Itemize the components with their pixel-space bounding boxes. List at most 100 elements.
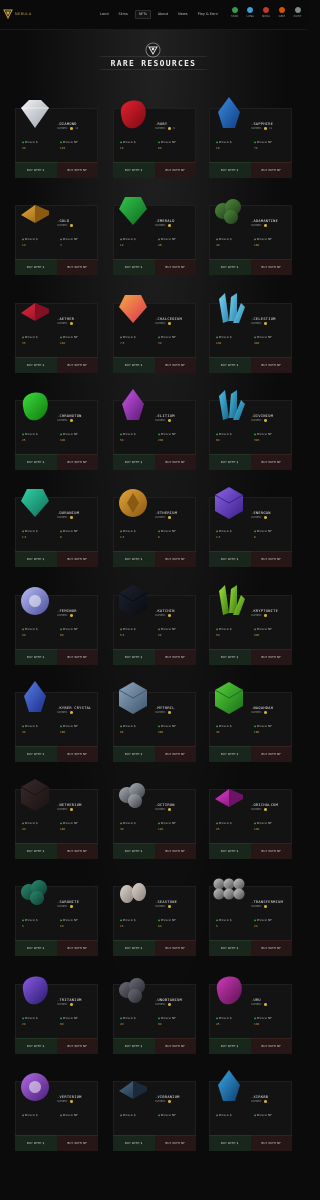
resource-card[interactable]: TRANSFERMIUM OWNED: Price in $ 5 Price i… [209, 872, 292, 957]
resource-card[interactable]: OCTIRON OWNED: Price in $ 30 Price in NF… [113, 775, 196, 860]
resource-card[interactable]: SAPPHIRE OWNED: 11 Price in $ 18 Price i… [209, 94, 292, 178]
resource-card[interactable]: DIVINIUM OWNED: Price in $ 80 Price in N… [209, 386, 292, 470]
resource-card[interactable]: CHRONOTON OWNED: Price in $ 25 Price in … [15, 386, 98, 470]
buy-with-nf-button[interactable]: BUY WITH NF [154, 453, 196, 470]
buy-with-usd-button[interactable]: BUY WITH $ [15, 648, 57, 665]
resource-card[interactable]: DIAMOND OWNED: 12 Price in $ 30 Price in… [15, 94, 98, 178]
nav-item-play-earn[interactable]: Play & Earn [195, 10, 221, 19]
buy-with-nf-button[interactable]: BUY WITH NF [56, 162, 98, 178]
nav-item-nfts[interactable]: NFTs [134, 9, 151, 19]
buy-with-nf-button[interactable]: BUY WITH NF [250, 648, 292, 665]
resource-card[interactable]: SEASTONE OWNED: Price in $ 15 Price in N… [113, 872, 196, 957]
buy-with-nf-button[interactable]: BUY WITH NF [250, 843, 292, 860]
resource-card[interactable]: GOLD OWNED: Price in $ 10 Price in NF 3 … [15, 191, 98, 276]
buy-with-nf-button[interactable]: BUY WITH NF [56, 940, 98, 957]
buy-with-nf-button[interactable]: BUY WITH NF [56, 1037, 98, 1054]
token-balance[interactable]: NOVA [260, 7, 273, 23]
resource-card[interactable]: KYBER CRYSTAL OWNED: Price in $ 45 Price… [15, 678, 98, 762]
buy-with-nf-button[interactable]: BUY WITH NF [154, 551, 196, 568]
buy-with-nf-button[interactable]: BUY WITH NF [154, 843, 196, 860]
buy-with-nf-button[interactable]: BUY WITH NF [56, 843, 98, 860]
resource-card[interactable]: ELITIUM OWNED: Price in $ 50 Price in NF… [113, 386, 196, 470]
resource-card[interactable]: MYTHRIL OWNED: Price in $ 65 Price in NF… [113, 678, 196, 762]
buy-with-nf-button[interactable]: BUY WITH NF [154, 1135, 196, 1151]
buy-with-usd-button[interactable]: BUY WITH $ [15, 843, 57, 860]
buy-with-usd-button[interactable]: BUY WITH $ [113, 356, 155, 373]
resource-card[interactable]: FEMINOR OWNED: Price in $ 20 Price in NF… [15, 581, 98, 665]
buy-with-nf-button[interactable]: BUY WITH NF [56, 745, 98, 762]
buy-with-usd-button[interactable]: BUY WITH $ [15, 356, 57, 373]
resource-card[interactable]: DURANIUM OWNED: Price in $ 1.5 Price in … [15, 483, 98, 568]
nav-item-skins[interactable]: Skins [116, 10, 131, 19]
buy-with-usd-button[interactable]: BUY WITH $ [15, 745, 57, 762]
buy-with-usd-button[interactable]: BUY WITH $ [209, 648, 251, 665]
buy-with-nf-button[interactable]: BUY WITH NF [250, 162, 292, 178]
buy-with-usd-button[interactable]: BUY WITH $ [209, 940, 251, 957]
resource-card[interactable]: ENERGON OWNED: Price in $ 1.5 Price in N… [209, 483, 292, 568]
buy-with-usd-button[interactable]: BUY WITH $ [113, 745, 155, 762]
buy-with-nf-button[interactable]: BUY WITH NF [250, 1135, 292, 1151]
buy-with-usd-button[interactable]: BUY WITH $ [113, 648, 155, 665]
buy-with-nf-button[interactable]: BUY WITH NF [250, 551, 292, 568]
resource-card[interactable]: EMERALD OWNED: Price in $ 12 Price in NF… [113, 191, 196, 276]
resource-card[interactable]: KATCHIN OWNED: Price in $ 5.5 Price in N… [113, 581, 196, 665]
buy-with-nf-button[interactable]: BUY WITH NF [154, 356, 196, 373]
buy-with-nf-button[interactable]: BUY WITH NF [250, 940, 292, 957]
resource-card[interactable]: VERTERIUM OWNED: Price in $ Price in NF … [15, 1067, 98, 1151]
buy-with-usd-button[interactable]: BUY WITH $ [209, 1135, 251, 1151]
buy-with-usd-button[interactable]: BUY WITH $ [113, 843, 155, 860]
buy-with-usd-button[interactable]: BUY WITH $ [209, 1037, 251, 1054]
buy-with-usd-button[interactable]: BUY WITH $ [209, 356, 251, 373]
brand-logo[interactable]: NEBULA [3, 6, 47, 22]
buy-with-usd-button[interactable]: BUY WITH $ [209, 745, 251, 762]
buy-with-nf-button[interactable]: BUY WITH NF [56, 356, 98, 373]
buy-with-usd-button[interactable]: BUY WITH $ [209, 551, 251, 568]
buy-with-usd-button[interactable]: BUY WITH $ [209, 843, 251, 860]
buy-with-nf-button[interactable]: BUY WITH NF [56, 1135, 98, 1151]
buy-with-nf-button[interactable]: BUY WITH NF [154, 745, 196, 762]
resource-card[interactable]: ETHERIUM OWNED: Price in $ 1.5 Price in … [113, 483, 196, 568]
buy-with-nf-button[interactable]: BUY WITH NF [154, 162, 196, 178]
buy-with-usd-button[interactable]: BUY WITH $ [113, 259, 155, 276]
resource-card[interactable]: SARONITE OWNED: Price in $ 5 Price in NF… [15, 872, 98, 957]
resource-card[interactable]: ORICHALCUM OWNED: Price in $ 25 Price in… [209, 775, 292, 860]
nav-item-land[interactable]: Land [97, 10, 112, 19]
resource-card[interactable]: VIBRANIUM OWNED: Price in $ Price in NF … [113, 1067, 196, 1151]
nav-item-about[interactable]: About [155, 10, 171, 19]
buy-with-nf-button[interactable]: BUY WITH NF [56, 453, 98, 470]
resource-card[interactable]: TRITANIUM OWNED: Price in $ 20 Price in … [15, 970, 98, 1054]
resource-card[interactable]: CELESTIUM OWNED: Price in $ 100 Price in… [209, 289, 292, 373]
buy-with-nf-button[interactable]: BUY WITH NF [154, 648, 196, 665]
buy-with-nf-button[interactable]: BUY WITH NF [154, 940, 196, 957]
resource-card[interactable]: ADAMANTINE OWNED: Price in $ 40 Price in… [209, 191, 292, 276]
buy-with-usd-button[interactable]: BUY WITH $ [209, 259, 251, 276]
buy-with-nf-button[interactable]: BUY WITH NF [154, 1037, 196, 1054]
buy-with-usd-button[interactable]: BUY WITH $ [113, 551, 155, 568]
resource-card[interactable]: RUBY OWNED: 6 Price in $ 15 Price in NF … [113, 94, 196, 178]
buy-with-usd-button[interactable]: BUY WITH $ [15, 551, 57, 568]
buy-with-nf-button[interactable]: BUY WITH NF [56, 648, 98, 665]
resource-card[interactable]: AETHER OWNED: Price in $ 35 Price in NF … [15, 289, 98, 373]
buy-with-usd-button[interactable]: BUY WITH $ [209, 453, 251, 470]
buy-with-usd-button[interactable]: BUY WITH $ [15, 940, 57, 957]
buy-with-nf-button[interactable]: BUY WITH NF [250, 356, 292, 373]
token-balance[interactable]: LUNA [244, 7, 257, 23]
resource-card[interactable]: NAQAHDAH OWNED: Price in $ 45 Price in N… [209, 678, 292, 762]
buy-with-nf-button[interactable]: BUY WITH NF [154, 259, 196, 276]
token-balance[interactable]: GEM [275, 7, 288, 23]
resource-card[interactable]: XIRKBB OWNED: Price in $ Price in NF BUY… [209, 1067, 292, 1151]
buy-with-usd-button[interactable]: BUY WITH $ [15, 1037, 57, 1054]
buy-with-usd-button[interactable]: BUY WITH $ [113, 162, 155, 178]
buy-with-nf-button[interactable]: BUY WITH NF [250, 259, 292, 276]
resource-card[interactable]: CHALCEDIUM OWNED: Price in $ 7.5 Price i… [113, 289, 196, 373]
buy-with-usd-button[interactable]: BUY WITH $ [113, 1037, 155, 1054]
buy-with-usd-button[interactable]: BUY WITH $ [113, 1135, 155, 1151]
buy-with-nf-button[interactable]: BUY WITH NF [56, 551, 98, 568]
buy-with-nf-button[interactable]: BUY WITH NF [250, 745, 292, 762]
buy-with-nf-button[interactable]: BUY WITH NF [250, 1037, 292, 1054]
buy-with-nf-button[interactable]: BUY WITH NF [56, 259, 98, 276]
resource-card[interactable]: NETHERIUM OWNED: Price in $ 40 Price in … [15, 775, 98, 860]
nav-item-news[interactable]: News [175, 10, 190, 19]
resource-card[interactable]: KRYPTONITE OWNED: Price in $ 50 Price in… [209, 581, 292, 665]
buy-with-usd-button[interactable]: BUY WITH $ [113, 453, 155, 470]
